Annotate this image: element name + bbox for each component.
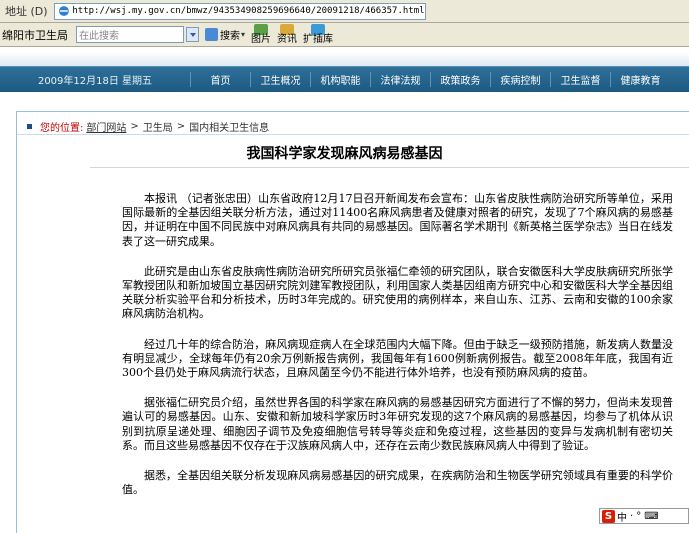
search-toolbar: 绵阳市卫生局 在此搜索 搜索 ▾ 图片 资讯 扩插库: [0, 23, 689, 47]
address-input[interactable]: http://wsj.my.gov.cn/bmwz/94353490825969…: [53, 2, 426, 20]
article-body: 本报讯 （记者张忠田）山东省政府12月17日召开新闻发布会宣布：山东省皮肤性病防…: [122, 192, 673, 513]
breadcrumb: 您的位置: 部门网站 > 卫生局 > 国内相关卫生信息: [27, 119, 269, 134]
breadcrumb-item-dept-sites[interactable]: 部门网站: [86, 119, 126, 134]
sogou-ime-icon: S: [602, 509, 615, 523]
nav-date: 2009年12月18日 星期五: [37, 76, 153, 87]
ie-page-icon: [58, 6, 69, 16]
header-banner: [0, 52, 689, 66]
article-title: 我国科学家发现麻风病易感基因: [246, 146, 443, 162]
news-button[interactable]: 资讯: [277, 24, 297, 45]
nav-item-functions[interactable]: 机构职能: [310, 72, 370, 87]
images-button[interactable]: 图片: [251, 24, 271, 45]
breadcrumb-item-domestic-news[interactable]: 国内相关卫生信息: [189, 119, 269, 134]
nav-item-health-education[interactable]: 健康教育: [610, 72, 670, 87]
toolbar-search-input[interactable]: 在此搜索: [76, 26, 184, 43]
search-dropdown-button[interactable]: [186, 27, 199, 42]
chevron-down-icon: ▾: [241, 30, 246, 39]
nav-item-overview[interactable]: 卫生概况: [250, 72, 310, 87]
images-button-label: 图片: [251, 34, 272, 45]
breadcrumb-item-bureau[interactable]: 卫生局: [143, 119, 173, 134]
keyboard-icon[interactable]: ⌨: [644, 511, 658, 522]
breadcrumb-bullet-icon: [27, 124, 32, 129]
article-paragraph: 经过几十年的综合防治，麻风病现症病人在全球范围内大幅下降。但由于缺乏一级预防措施…: [122, 337, 673, 380]
address-bar: 地址 (D) http://wsj.my.gov.cn/bmwz/9435349…: [0, 0, 689, 23]
article-paragraph: 据张福仁研究员介绍，虽然世界各国的科学家在麻风病的易感基因研究方面进行了不懈的努…: [122, 396, 673, 452]
nav-item-policy[interactable]: 政策政务: [430, 72, 490, 87]
toolbar-search-placeholder: 在此搜索: [79, 31, 119, 42]
nav-item-disease-control[interactable]: 疾病控制: [490, 72, 550, 87]
news-button-label: 资讯: [277, 34, 298, 45]
breadcrumb-divider: [17, 134, 689, 135]
breadcrumb-label: 您的位置:: [40, 123, 84, 134]
nav-item-supervision[interactable]: 卫生监督: [550, 72, 610, 87]
article-paragraph: 此研究是由山东省皮肤病性病防治研究所研究员张福仁牵领的研究团队，联合安徽医科大学…: [122, 264, 673, 321]
plugins-button[interactable]: 扩插库: [303, 24, 333, 45]
ime-toolbar[interactable]: S 中 · ° ⌨: [599, 508, 689, 524]
address-label: 地址 (D): [5, 5, 48, 18]
punctuation-icon[interactable]: ·: [630, 511, 633, 522]
nav-item-laws[interactable]: 法律法规: [370, 72, 430, 87]
ime-mode-label[interactable]: 中: [617, 509, 627, 524]
site-nav: 2009年12月18日 星期五 首页 卫生概况 机构职能 法律法规 政策政务 疾…: [0, 66, 689, 92]
article-paragraph: 本报讯 （记者张忠田）山东省政府12月17日召开新闻发布会宣布：山东省皮肤性病防…: [122, 192, 673, 248]
breadcrumb-separator: >: [130, 121, 139, 132]
toolbar-site-title: 绵阳市卫生局: [2, 28, 68, 42]
search-button[interactable]: 搜索 ▾: [205, 27, 245, 42]
nav-item-home[interactable]: 首页: [190, 72, 250, 87]
fullwidth-icon[interactable]: °: [636, 511, 641, 522]
breadcrumb-separator: >: [176, 121, 186, 132]
article-paragraph: 据悉，全基因组关联分析发现麻风病易感基因的研究成果，在疾病防治和生物医学研究领域…: [122, 469, 673, 497]
title-divider: [90, 167, 689, 168]
address-url: http://wsj.my.gov.cn/bmwz/94353490825969…: [72, 6, 425, 16]
search-icon: [205, 28, 218, 41]
plugins-button-label: 扩插库: [303, 34, 334, 45]
search-button-label: 搜索: [220, 31, 240, 42]
